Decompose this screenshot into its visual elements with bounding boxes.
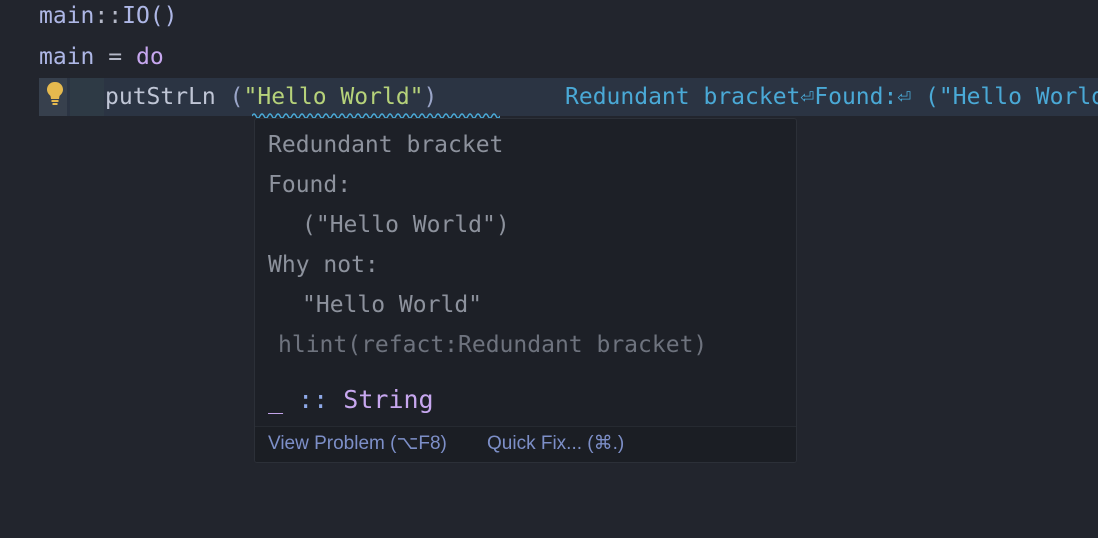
code-line-2-text: main = do (39, 37, 164, 77)
hover-why-not-code: "Hello World" (302, 292, 483, 318)
code-line-1[interactable]: main::IO() (0, 0, 1098, 36)
hover-found-label: Found: (268, 172, 352, 198)
hover-found-code: ("Hello World") (302, 212, 510, 238)
identifier-main: main (39, 3, 95, 29)
identifier-main: main (39, 44, 95, 70)
indent-guide (70, 78, 104, 116)
hover-status-bar: View Problem (⌥F8) Quick Fix... (⌘.) (255, 426, 796, 462)
code-line-3[interactable]: putStrLn ("Hello World") (105, 77, 437, 117)
function-putstrln: putStrLn (105, 84, 216, 110)
equals-operator: = (108, 44, 123, 70)
lightbulb-icon[interactable] (44, 80, 66, 106)
code-line-2[interactable]: main = do (0, 37, 1098, 77)
hover-title: Redundant bracket (268, 132, 504, 158)
hover-diagnostic-source: hlint(refact:Redundant bracket) (278, 332, 708, 358)
quick-fix-link[interactable]: Quick Fix... (⌘.) (487, 427, 624, 462)
type-io: IO() (122, 3, 178, 29)
string-literal: "Hello World" (243, 84, 424, 110)
type-operator: :: (94, 3, 123, 29)
hover-why-not-label: Why not: (268, 252, 379, 278)
type-signature-operator: :: (298, 385, 329, 414)
inline-diagnostic: Redundant bracket⏎Found:⏎ ("Hello World"… (565, 84, 1098, 110)
hover-widget: Redundant bracket Found: ("Hello World")… (254, 118, 797, 463)
type-signature-name: _ (268, 385, 284, 414)
close-paren: ) (423, 84, 438, 110)
keyword-do: do (135, 44, 164, 70)
type-signature-type: String (343, 385, 434, 414)
hover-type-signature: _ :: String (268, 381, 434, 419)
open-paren: ( (229, 84, 244, 110)
code-line-1-text: main::IO() (39, 0, 177, 36)
view-problem-link[interactable]: View Problem (⌥F8) (268, 427, 447, 462)
